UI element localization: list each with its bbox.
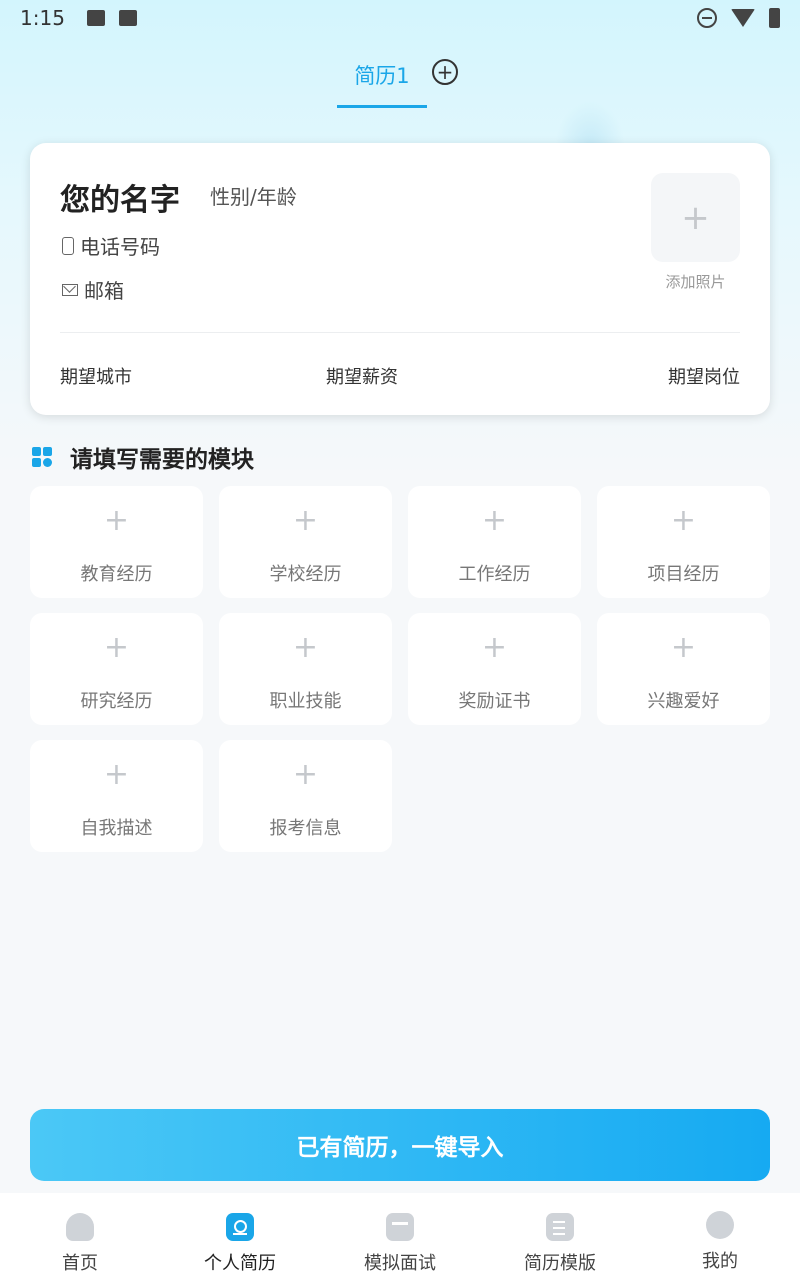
nav-me[interactable]: 我的 (640, 1193, 800, 1280)
modules-section-header: 请填写需要的模块 (32, 440, 254, 474)
plus-icon: + (103, 503, 130, 538)
module-label: 工作经历 (458, 564, 531, 585)
profile-email[interactable]: 邮箱 (62, 275, 124, 304)
plus-circle-icon: + (436, 60, 454, 84)
add-photo-button[interactable]: + (651, 173, 740, 262)
gallery-notification-icon (86, 10, 105, 26)
status-time: 1:15 (20, 6, 65, 30)
module-label: 职业技能 (269, 691, 342, 712)
nav-label: 首页 (62, 1253, 98, 1274)
interview-icon (386, 1213, 414, 1241)
profile-card[interactable]: 您的名字 性别/年龄 电话号码 邮箱 + 添加照片 期望城市 期望薪资 期望岗位 (30, 143, 770, 415)
module-label: 项目经历 (647, 564, 720, 585)
module-label: 报考信息 (269, 818, 342, 839)
plus-icon: + (103, 630, 130, 665)
do-not-disturb-icon (697, 8, 717, 28)
mail-icon (62, 283, 78, 296)
phone-label: 电话号码 (80, 235, 160, 259)
section-title: 请填写需要的模块 (70, 447, 254, 473)
expected-city[interactable]: 期望城市 (60, 363, 132, 389)
wifi-icon (731, 9, 755, 27)
module-project[interactable]: + 项目经历 (597, 486, 770, 598)
add-photo-label: 添加照片 (665, 273, 726, 291)
nav-templates[interactable]: 简历模版 (480, 1193, 640, 1280)
module-label: 兴趣爱好 (647, 691, 720, 712)
module-awards[interactable]: + 奖励证书 (408, 613, 581, 725)
nav-label: 简历模版 (524, 1253, 596, 1274)
module-school[interactable]: + 学校经历 (219, 486, 392, 598)
module-label: 教育经历 (80, 564, 153, 585)
plus-icon: + (292, 757, 319, 792)
nav-home[interactable]: 首页 (0, 1193, 160, 1280)
nav-label: 模拟面试 (364, 1253, 436, 1274)
plus-icon: + (481, 503, 508, 538)
nav-resume[interactable]: 个人简历 (160, 1193, 320, 1280)
battery-icon (769, 8, 780, 28)
status-bar: 1:15 (0, 0, 800, 36)
module-label: 研究经历 (80, 691, 153, 712)
plus-icon: + (670, 503, 697, 538)
card-divider (60, 332, 740, 333)
template-icon (546, 1213, 574, 1241)
nav-label: 个人简历 (204, 1253, 276, 1274)
grid-icon (32, 447, 52, 467)
expected-position[interactable]: 期望岗位 (668, 363, 740, 389)
profile-phone[interactable]: 电话号码 (62, 231, 160, 260)
profile-gender-age[interactable]: 性别/年龄 (210, 181, 297, 210)
plus-icon: + (103, 757, 130, 792)
module-skills[interactable]: + 职业技能 (219, 613, 392, 725)
email-label: 邮箱 (84, 279, 124, 303)
module-label: 学校经历 (269, 564, 342, 585)
module-education[interactable]: + 教育经历 (30, 486, 203, 598)
nav-mock-interview[interactable]: 模拟面试 (320, 1193, 480, 1280)
module-research[interactable]: + 研究经历 (30, 613, 203, 725)
plus-icon: + (670, 630, 697, 665)
plus-icon: + (292, 630, 319, 665)
module-exam-info[interactable]: + 报考信息 (219, 740, 392, 852)
module-self-description[interactable]: + 自我描述 (30, 740, 203, 852)
tab-resume-1[interactable]: 简历1 (337, 56, 427, 108)
import-resume-button[interactable]: 已有简历，一键导入 (30, 1109, 770, 1181)
expected-salary[interactable]: 期望薪资 (326, 363, 398, 389)
module-label: 自我描述 (80, 818, 153, 839)
resume-icon (226, 1213, 254, 1241)
nav-label: 我的 (702, 1251, 738, 1272)
module-hobbies[interactable]: + 兴趣爱好 (597, 613, 770, 725)
profile-name[interactable]: 您的名字 (60, 175, 180, 219)
plus-icon: + (292, 503, 319, 538)
module-work[interactable]: + 工作经历 (408, 486, 581, 598)
phone-icon (62, 236, 74, 255)
text-notification-icon (118, 10, 137, 26)
home-icon (66, 1213, 94, 1241)
plus-icon: + (681, 197, 710, 238)
plus-icon: + (481, 630, 508, 665)
resume-tabs: 简历1 + (0, 56, 800, 110)
add-resume-button[interactable]: + (432, 59, 458, 85)
bottom-nav: 首页 个人简历 模拟面试 简历模版 我的 (0, 1193, 800, 1280)
module-label: 奖励证书 (458, 691, 531, 712)
profile-icon (706, 1211, 734, 1239)
